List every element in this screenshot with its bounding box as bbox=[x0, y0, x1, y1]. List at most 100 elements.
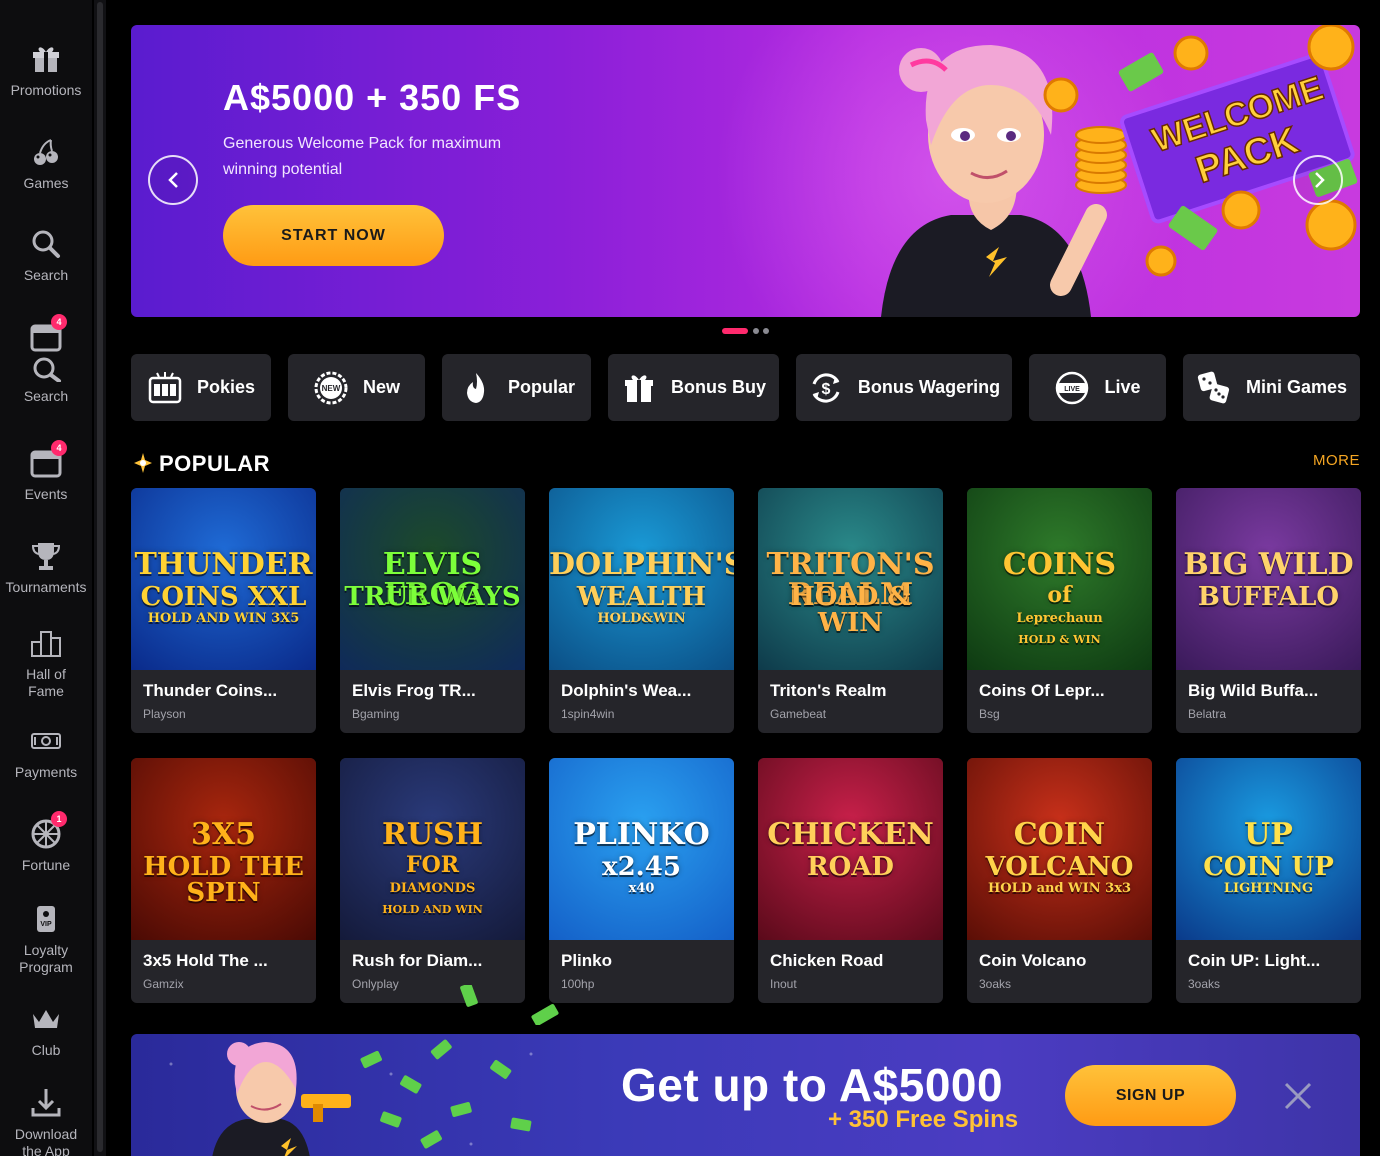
close-icon[interactable] bbox=[1282, 1080, 1314, 1112]
dice-icon bbox=[1197, 371, 1230, 403]
game-card[interactable]: CHICKEN ROAD Chicken Road Inout bbox=[758, 758, 943, 1003]
game-thumbnail[interactable]: COINS of Leprechaun HOLD & WIN bbox=[967, 488, 1152, 670]
game-title[interactable]: Coin Volcano bbox=[979, 951, 1144, 971]
category-bonus-buy[interactable]: Bonus Buy bbox=[608, 354, 779, 421]
game-thumbnail[interactable]: COIN VOLCANO HOLD and WIN 3x3 bbox=[967, 758, 1152, 940]
game-title[interactable]: Coins Of Lepr... bbox=[979, 681, 1144, 701]
signup-promo-banner[interactable]: Get up to A$5000 + 350 Free Spins SIGN U… bbox=[131, 1034, 1360, 1156]
pagination-dot[interactable] bbox=[753, 328, 759, 334]
game-title[interactable]: Rush for Diam... bbox=[352, 951, 517, 971]
chevron-right-icon bbox=[1315, 172, 1325, 188]
svg-text:NEW: NEW bbox=[322, 384, 341, 393]
vip-icon: VIP bbox=[29, 902, 63, 936]
sidebar-item-search[interactable]: Search bbox=[0, 227, 92, 284]
game-thumbnail[interactable]: TRITON'S REALM HOLD & WIN bbox=[758, 488, 943, 670]
game-provider: Playson bbox=[143, 707, 186, 721]
game-card[interactable]: PLINKO x2.45 x40 Plinko 100hp bbox=[549, 758, 734, 1003]
category-pokies[interactable]: Pokies bbox=[131, 354, 271, 421]
sidebar-item-loyalty[interactable]: VIP Loyalty Program bbox=[0, 902, 92, 976]
category-bonus-wagering[interactable]: $ Bonus Wagering bbox=[796, 354, 1012, 421]
game-card[interactable]: DOLPHIN'S WEALTH HOLD&WIN Dolphin's Wea... 1… bbox=[549, 488, 734, 733]
game-title[interactable]: Coin UP: Light... bbox=[1188, 951, 1353, 971]
pagination-dot-active[interactable] bbox=[722, 328, 748, 334]
hero-next-button[interactable] bbox=[1293, 155, 1343, 205]
game-title[interactable]: Triton's Realm bbox=[770, 681, 935, 701]
game-title[interactable]: Elvis Frog TR... bbox=[352, 681, 517, 701]
game-provider: Onlyplay bbox=[352, 977, 399, 991]
svg-text:$: $ bbox=[821, 381, 830, 398]
new-badge-icon: NEW bbox=[314, 371, 348, 404]
podium-icon bbox=[29, 626, 63, 660]
game-title[interactable]: Thunder Coins... bbox=[143, 681, 308, 701]
game-card[interactable]: THUNDER COINS XXL HOLD AND WIN 3X5 Thunder … bbox=[131, 488, 316, 733]
game-art-text: x2.45 bbox=[602, 852, 681, 882]
game-title[interactable]: Big Wild Buffa... bbox=[1188, 681, 1353, 701]
game-thumbnail[interactable]: CHICKEN ROAD bbox=[758, 758, 943, 940]
game-art-text: FOR bbox=[405, 852, 460, 878]
sidebar-item-tournaments[interactable]: Tournaments bbox=[0, 539, 92, 596]
sidebar-item-hall-of-fame[interactable]: Hall of Fame bbox=[0, 626, 92, 700]
category-popular[interactable]: Popular bbox=[442, 354, 591, 421]
more-link[interactable]: MORE bbox=[1313, 452, 1360, 469]
sidebar-scrollbar[interactable] bbox=[94, 0, 106, 1156]
sidebar-item-download[interactable]: Download the App bbox=[0, 1086, 92, 1156]
game-thumbnail[interactable]: ELVIS FROG TRUE WAYS bbox=[340, 488, 525, 670]
game-title[interactable]: Chicken Road bbox=[770, 951, 935, 971]
game-thumbnail[interactable]: THUNDER COINS XXL HOLD AND WIN 3X5 bbox=[131, 488, 316, 670]
pagination-dot[interactable] bbox=[763, 328, 769, 334]
start-now-button[interactable]: START NOW bbox=[223, 205, 444, 266]
sign-up-button[interactable]: SIGN UP bbox=[1065, 1065, 1236, 1126]
game-card[interactable]: COIN VOLCANO HOLD and WIN 3x3 Coin Volcano 3… bbox=[967, 758, 1152, 1003]
sidebar-item-label: Payments bbox=[14, 764, 78, 780]
sidebar-item-label: Club bbox=[31, 1042, 61, 1058]
sidebar-item-fortune[interactable]: 1 Fortune bbox=[0, 811, 92, 874]
game-art-text: BUFFALO bbox=[1197, 582, 1340, 612]
game-thumbnail[interactable]: PLINKO x2.45 x40 bbox=[549, 758, 734, 940]
game-thumbnail[interactable]: DOLPHIN'S WEALTH HOLD&WIN bbox=[549, 488, 734, 670]
game-card[interactable]: UP COIN UP LIGHTNING Coin UP: Light... 3oaks bbox=[1176, 758, 1361, 1003]
category-mini-games[interactable]: Mini Games bbox=[1183, 354, 1360, 421]
sidebar-item-events[interactable]: 4 Events bbox=[0, 440, 92, 503]
sidebar-item-games[interactable]: Games bbox=[0, 135, 92, 192]
game-card[interactable]: RUSH FOR DIAMONDS HOLD AND WIN Rush for Diam… bbox=[340, 758, 525, 1003]
sidebar-item-label: Promotions bbox=[10, 82, 82, 98]
promo-illustration bbox=[169, 1039, 533, 1156]
sidebar-item-payments[interactable]: Payments bbox=[0, 724, 92, 781]
flame-icon bbox=[466, 372, 485, 403]
game-art-text: of bbox=[1047, 582, 1072, 608]
game-art-text: CHICKEN bbox=[767, 817, 934, 852]
hero-prev-button[interactable] bbox=[148, 155, 198, 205]
game-art-text: DOLPHIN'S bbox=[549, 547, 734, 582]
game-thumbnail[interactable]: UP COIN UP LIGHTNING bbox=[1176, 758, 1361, 940]
game-card[interactable]: TRITON'S REALM HOLD & WIN Triton's Realm Ga… bbox=[758, 488, 943, 733]
sidebar-item-label: Hall of Fame bbox=[26, 666, 66, 699]
category-new[interactable]: NEW New bbox=[288, 354, 425, 421]
game-card[interactable]: 3X5 HOLD THE SPIN 3x5 Hold The ... Gamzix bbox=[131, 758, 316, 1003]
hero-subtitle: Generous Welcome Pack for maximum winnin… bbox=[223, 135, 502, 178]
game-provider: 3oaks bbox=[1188, 977, 1221, 991]
game-art-text: UP bbox=[1244, 817, 1293, 852]
game-art-text: DIAMONDS bbox=[389, 881, 476, 896]
game-art-text: THUNDER bbox=[134, 547, 313, 582]
category-live[interactable]: LIVE Live bbox=[1029, 354, 1166, 421]
game-card[interactable]: ELVIS FROG TRUE WAYS Elvis Frog TR... Bgami… bbox=[340, 488, 525, 733]
category-label: Bonus Buy bbox=[670, 377, 766, 397]
game-card[interactable]: COINS of Leprechaun HOLD & WIN Coins Of Lepr… bbox=[967, 488, 1152, 733]
game-art-text: HOLD&WIN bbox=[597, 611, 686, 626]
hero-banner[interactable]: WELCOME PACK A$5000 + 350 FS Generous We… bbox=[131, 25, 1360, 317]
game-title[interactable]: Plinko bbox=[561, 951, 726, 971]
sidebar-item-club[interactable]: Club bbox=[0, 1002, 92, 1059]
game-art-text: COINS XXL bbox=[140, 582, 307, 612]
sidebar-item-search-events[interactable]: 4 Search bbox=[0, 314, 92, 405]
game-thumbnail[interactable]: RUSH FOR DIAMONDS HOLD AND WIN bbox=[340, 758, 525, 940]
decorative-bills bbox=[460, 985, 559, 1025]
game-thumbnail[interactable]: 3X5 HOLD THE SPIN bbox=[131, 758, 316, 940]
sidebar-item-promotions[interactable]: Promotions bbox=[0, 42, 92, 99]
game-thumbnail[interactable]: BIG WILD BUFFALO bbox=[1176, 488, 1361, 670]
game-title[interactable]: Dolphin's Wea... bbox=[561, 681, 726, 701]
game-card[interactable]: BIG WILD BUFFALO Big Wild Buffa... Belatra bbox=[1176, 488, 1361, 733]
game-art-text: HOLD & WIN bbox=[790, 582, 911, 638]
section-title: POPULAR bbox=[159, 451, 271, 476]
game-title[interactable]: 3x5 Hold The ... bbox=[143, 951, 308, 971]
scrollbar-thumb[interactable] bbox=[97, 2, 103, 1152]
